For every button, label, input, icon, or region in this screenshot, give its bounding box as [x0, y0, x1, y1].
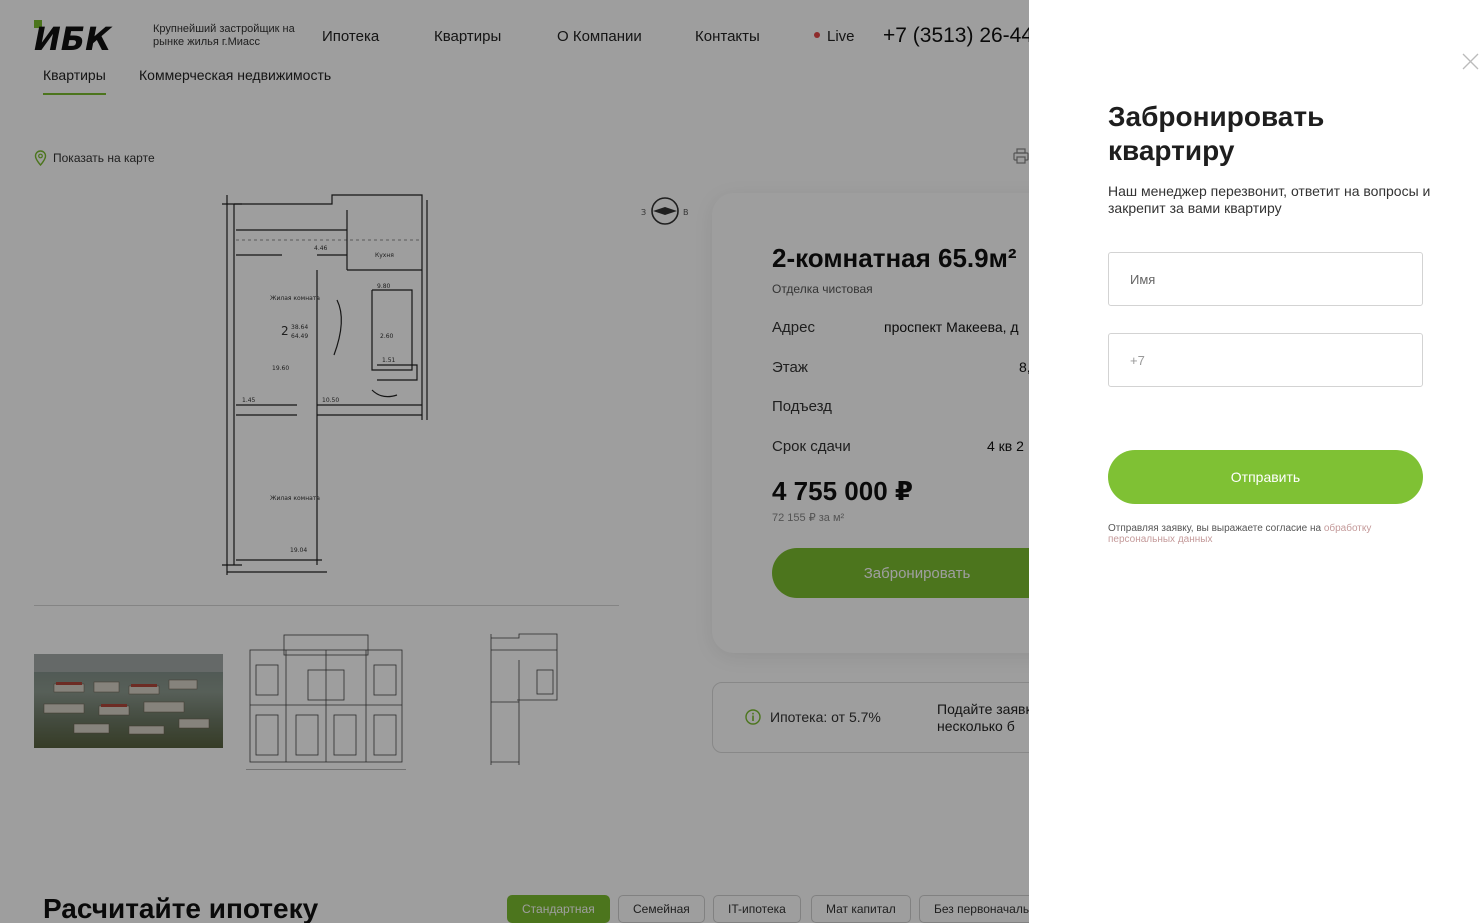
submit-button[interactable]: Отправить [1108, 450, 1423, 504]
booking-subtitle: Наш менеджер перезвонит, ответит на вопр… [1108, 183, 1431, 216]
close-icon[interactable] [1462, 53, 1479, 70]
booking-title: Забронировать квартиру [1108, 101, 1325, 166]
name-input[interactable] [1108, 252, 1423, 306]
consent-note: Отправляя заявку, вы выражаете согласие … [1108, 523, 1408, 545]
phone-input[interactable] [1108, 333, 1423, 387]
consent-text: Отправляя заявку, вы выражаете согласие … [1108, 523, 1324, 534]
booking-drawer: Забронировать квартиру Наш менеджер пере… [1029, 0, 1479, 923]
